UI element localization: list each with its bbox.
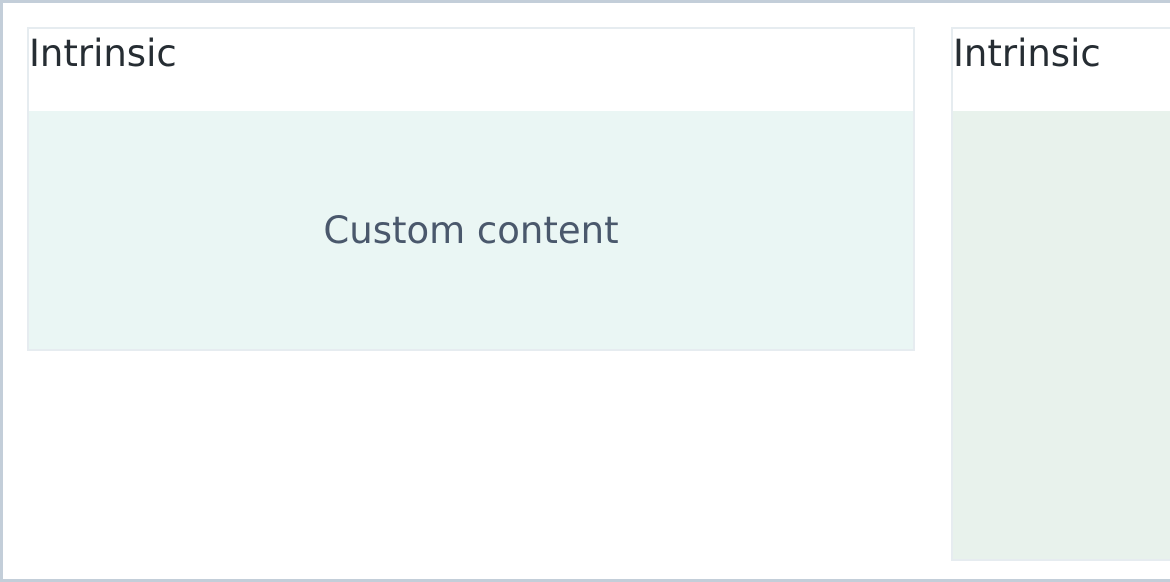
card-title: Intrinsic bbox=[953, 32, 1101, 75]
custom-content-label: Custom content bbox=[323, 208, 619, 252]
intrinsic-card-secondary: Intrinsic bbox=[951, 27, 1170, 561]
card-content-area bbox=[953, 111, 1170, 559]
intrinsic-card: Intrinsic Custom content bbox=[27, 27, 915, 351]
preview-frame: Intrinsic Custom content Intrinsic bbox=[0, 0, 1170, 582]
card-title: Intrinsic bbox=[29, 32, 177, 75]
card-custom-content: Custom content bbox=[29, 111, 913, 349]
